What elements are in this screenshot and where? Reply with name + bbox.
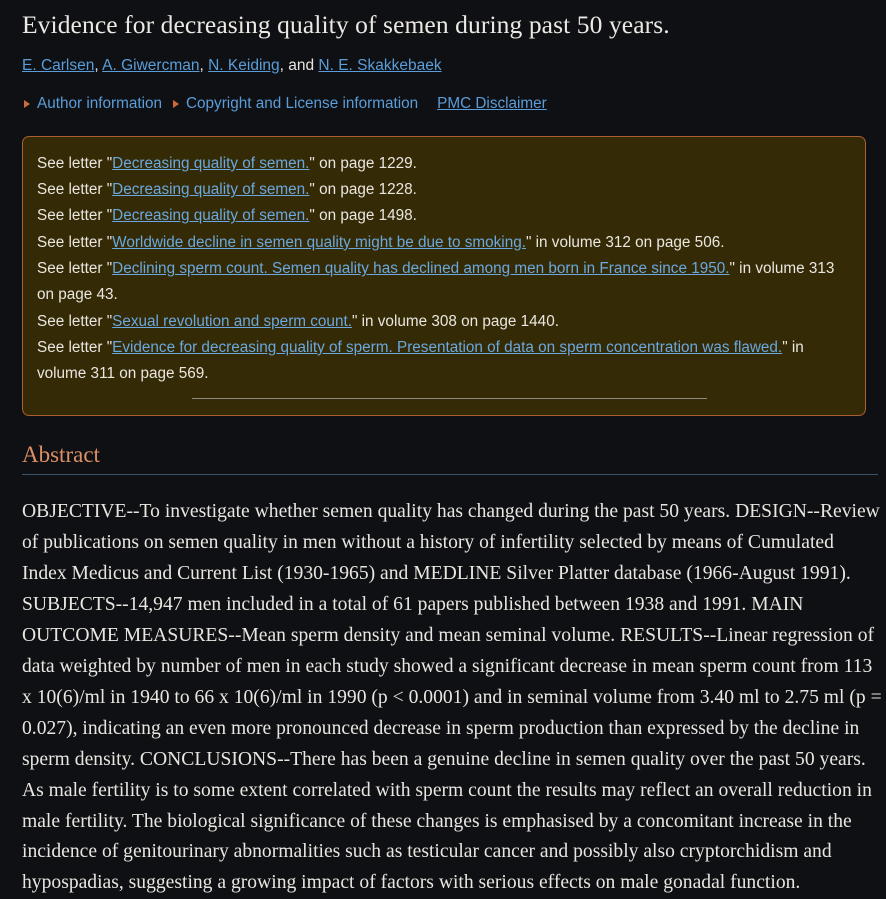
see-letter-entry: See letter "Worldwide decline in semen q… [37,230,851,256]
see-letter-suffix: " on page 1229. [309,154,417,172]
meta-link-item: Copyright and License information [173,94,418,114]
see-letter-suffix: " in volume 312 on page 506. [525,233,725,251]
see-letter-prefix: See letter " [37,233,113,251]
author-list: E. Carlsen, A. Giwercman, N. Keiding, an… [22,56,866,76]
author-separator: , [199,56,209,74]
meta-link-item: PMC Disclaimer [437,94,547,114]
see-letter-prefix: See letter " [37,312,113,330]
see-letter-suffix: " in volume 308 on page 1440. [351,312,559,330]
author-separator: , [94,56,103,74]
see-letter-entry: See letter "Decreasing quality of semen.… [37,177,851,203]
see-letter-link[interactable]: Decreasing quality of semen. [112,155,309,172]
see-letter-prefix: See letter " [37,181,113,199]
see-letter-entry: See letter "Sexual revolution and sperm … [37,309,851,335]
meta-link[interactable]: Author information [37,94,162,114]
see-letter-entry: See letter "Decreasing quality of semen.… [37,151,851,177]
article-page: Evidence for decreasing quality of semen… [0,9,886,899]
see-letter-entry: See letter "Evidence for decreasing qual… [37,335,851,388]
see-letter-notice-box: See letter "Decreasing quality of semen.… [22,135,866,416]
see-letter-entry: See letter "Decreasing quality of semen.… [37,203,851,229]
page-title: Evidence for decreasing quality of semen… [22,10,670,39]
author-link[interactable]: N. E. Skakkebaek [318,57,441,74]
see-letter-suffix: " on page 1498. [309,207,417,225]
triangle-right-icon [24,99,30,108]
meta-link-item: Author information [24,94,162,114]
see-letter-prefix: See letter " [37,207,113,225]
letters-box-divider [192,397,707,399]
see-letter-prefix: See letter " [37,154,113,172]
author-link[interactable]: A. Giwercman [102,57,199,74]
see-letter-prefix: See letter " [37,260,113,278]
article-meta-links: Author information Copyright and License … [24,94,866,114]
see-letter-prefix: See letter " [37,338,113,356]
meta-link[interactable]: PMC Disclaimer [437,94,547,114]
see-letter-link[interactable]: Decreasing quality of semen. [112,207,309,224]
author-link[interactable]: E. Carlsen [22,57,94,74]
see-letter-suffix: " on page 1228. [309,181,417,199]
see-letter-link[interactable]: Sexual revolution and sperm count. [112,313,352,330]
author-link[interactable]: N. Keiding [208,57,280,74]
see-letter-link[interactable]: Declining sperm count. Semen quality has… [112,260,729,277]
see-letter-link[interactable]: Worldwide decline in semen quality might… [112,234,526,251]
meta-link[interactable]: Copyright and License information [186,94,418,114]
see-letter-link[interactable]: Decreasing quality of semen. [112,181,309,198]
abstract-heading: Abstract [22,442,878,475]
abstract-body: OBJECTIVE--To investigate whether semen … [22,501,882,894]
see-letter-link[interactable]: Evidence for decreasing quality of sperm… [112,339,782,356]
author-separator: , and [279,56,319,74]
see-letter-entry: See letter "Declining sperm count. Semen… [37,256,851,309]
triangle-right-icon [173,99,179,108]
